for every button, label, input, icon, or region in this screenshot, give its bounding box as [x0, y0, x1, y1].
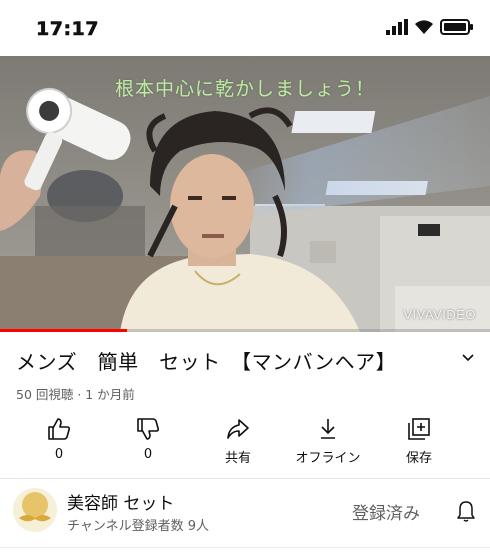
progress-fill: [0, 329, 128, 332]
thumbs-down-icon: [137, 418, 160, 440]
offline-button[interactable]: オフライン: [288, 416, 368, 468]
like-count: 0: [54, 447, 64, 462]
share-button[interactable]: 共有: [198, 416, 278, 468]
dislike-count: 0: [143, 447, 153, 462]
subscribed-button[interactable]: 登録済み: [352, 499, 420, 524]
channel-avatar[interactable]: [13, 488, 57, 532]
chevron-down-icon[interactable]: [460, 350, 476, 366]
video-player[interactable]: 根本中心に乾かしましょう！ VIVAVIDEO: [0, 56, 490, 332]
download-icon: [321, 419, 335, 439]
wifi-icon: [415, 20, 433, 34]
save-button[interactable]: 保存: [379, 416, 459, 468]
status-icons: [386, 19, 474, 35]
status-bar: 17:17: [0, 0, 490, 56]
share-icon: [227, 419, 249, 439]
share-label: 共有: [224, 451, 251, 466]
battery-icon: [440, 19, 473, 35]
status-time: 17:17: [36, 18, 99, 41]
save-label: 保存: [405, 451, 432, 466]
action-bar: 0 0 共有 オフライン 保存: [0, 416, 490, 468]
video-caption: 根本中心に乾かしましょう！: [114, 78, 375, 100]
video-meta: 50 回視聴 · 1 か月前: [16, 387, 135, 402]
video-watermark: VIVAVIDEO: [403, 307, 476, 322]
channel-row[interactable]: 美容師 セット チャンネル登録者数 9人 登録済み: [0, 479, 490, 543]
like-button[interactable]: 0: [19, 416, 99, 468]
bell-icon[interactable]: [455, 499, 477, 523]
thumbs-up-icon: [48, 418, 71, 440]
dislike-button[interactable]: 0: [108, 416, 188, 468]
mustache-logo-icon: [13, 488, 57, 532]
bottom-divider: [0, 547, 490, 548]
video-title[interactable]: メンズ 簡単 セット 【マンバンヘア】: [16, 346, 396, 375]
channel-subscribers: チャンネル登録者数 9人: [67, 519, 210, 534]
save-playlist-icon: [408, 418, 430, 440]
offline-label: オフライン: [295, 451, 361, 466]
title-row[interactable]: メンズ 簡単 セット 【マンバンヘア】: [16, 346, 476, 376]
channel-name[interactable]: 美容師 セット: [67, 489, 174, 514]
signal-icon: [386, 19, 408, 35]
